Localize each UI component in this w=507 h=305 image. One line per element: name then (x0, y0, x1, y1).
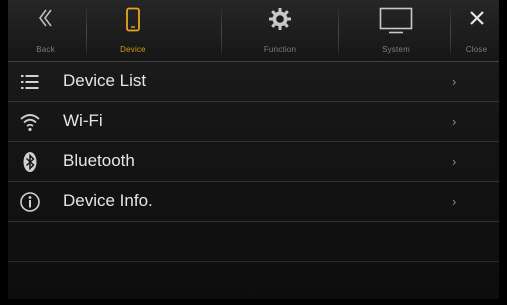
device-tab-label: Device (120, 45, 146, 54)
gear-icon (268, 7, 292, 36)
wifi-label: Wi-Fi (63, 111, 103, 130)
function-tab-label: Function (263, 45, 297, 54)
info-icon (19, 191, 41, 213)
wifi-icon (19, 111, 41, 133)
tab-system[interactable]: System (346, 0, 446, 61)
list-icon (19, 71, 41, 93)
system-tab-label: System (382, 45, 410, 54)
list-item-wifi[interactable]: Wi-Fi › (8, 102, 499, 142)
close-label: Close (465, 45, 488, 54)
tab-divider (86, 8, 87, 54)
back-label: Back (36, 45, 55, 54)
bluetooth-label: Bluetooth (63, 151, 135, 170)
chevron-right-icon: › (452, 114, 457, 129)
list-item-device-list[interactable]: Device List › (8, 62, 499, 102)
device-info-label: Device Info. (63, 191, 153, 210)
device-menu-list: Device List › Wi-Fi › Bluetooth › Device… (8, 62, 499, 299)
monitor-icon (379, 7, 413, 40)
back-button[interactable]: Back (8, 0, 83, 61)
tab-divider (221, 8, 222, 54)
settings-screen: Back Device Function System Close Device… (8, 0, 499, 299)
chevron-right-icon: › (452, 194, 457, 209)
list-item-device-info[interactable]: Device Info. › (8, 182, 499, 222)
device-list-label: Device List (63, 71, 147, 90)
chevron-right-icon: › (452, 154, 457, 169)
tab-divider (338, 8, 339, 54)
tab-device[interactable]: Device (88, 0, 178, 61)
empty-list-slot (8, 222, 499, 262)
tab-function[interactable]: Function (230, 0, 330, 61)
chevron-right-icon: › (452, 74, 457, 89)
close-icon (469, 7, 485, 31)
bluetooth-icon (19, 151, 41, 173)
empty-list-slot (8, 262, 499, 299)
double-chevron-left-icon (36, 7, 56, 34)
close-button[interactable]: Close (454, 0, 499, 61)
tab-divider (450, 8, 451, 54)
list-item-bluetooth[interactable]: Bluetooth › (8, 142, 499, 182)
top-tab-bar: Back Device Function System Close (8, 0, 499, 62)
phone-icon (125, 7, 141, 38)
